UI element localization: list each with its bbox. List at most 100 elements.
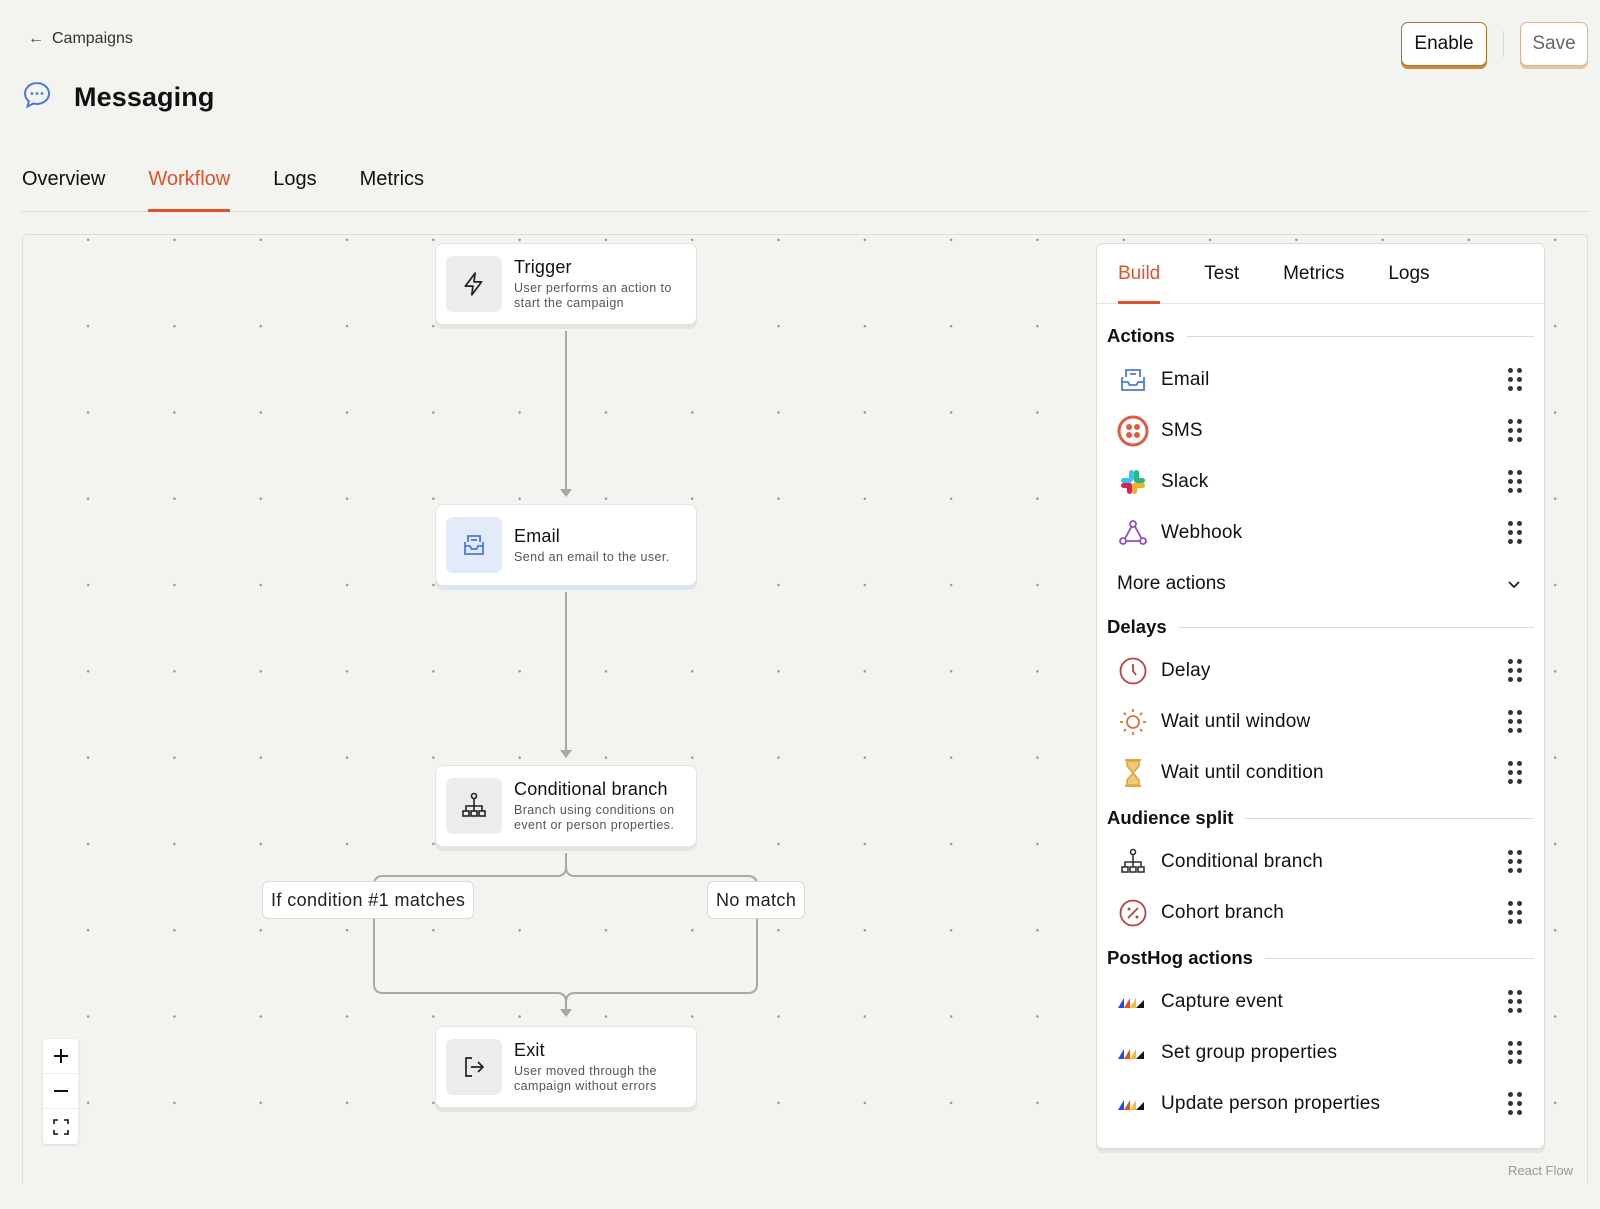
delay-wait-until-condition[interactable]: Wait until condition (1107, 747, 1534, 798)
actions-section: Actions Email SMS Slack Webhook More act… (1097, 318, 1544, 609)
clock-icon (1117, 655, 1149, 687)
back-label: Campaigns (52, 30, 133, 47)
drag-handle-icon[interactable] (1508, 990, 1522, 1014)
action-sms[interactable]: SMS (1107, 405, 1534, 456)
panel-tab-logs[interactable]: Logs (1388, 244, 1429, 303)
more-actions-toggle[interactable]: More actions (1107, 558, 1534, 609)
item-label: Email (1161, 368, 1210, 390)
edge-nomatch-exit (565, 917, 758, 1013)
page-title: Messaging (74, 82, 215, 112)
zoom-out-button[interactable] (43, 1074, 78, 1109)
item-label: Cohort branch (1161, 901, 1285, 923)
drag-handle-icon[interactable] (1508, 1041, 1522, 1065)
header-actions: Enable Save (1401, 22, 1588, 66)
node-description: User moved through the campaign without … (514, 1064, 657, 1093)
section-title: PostHog actions (1107, 947, 1253, 968)
bolt-icon (446, 256, 502, 312)
audience-cohort-branch[interactable]: Cohort branch (1107, 887, 1534, 938)
section-header: Delays (1107, 609, 1534, 645)
edge-label-condition-match[interactable]: If condition #1 matches (262, 881, 475, 919)
drag-handle-icon[interactable] (1508, 1092, 1522, 1116)
posthog-capture-event[interactable]: Capture event (1107, 976, 1534, 1027)
drag-handle-icon[interactable] (1508, 521, 1522, 545)
fit-view-icon (52, 1118, 69, 1135)
campaign-tabs: Overview Workflow Logs Metrics (22, 160, 1588, 212)
exit-node[interactable]: Exit User moved through the campaign wit… (435, 1026, 697, 1108)
drag-handle-icon[interactable] (1508, 368, 1522, 392)
more-actions-label: More actions (1117, 572, 1226, 594)
arrow-left-icon: ← (28, 30, 44, 47)
zoom-controls (43, 1039, 78, 1144)
webhook-icon (1117, 517, 1149, 549)
drag-handle-icon[interactable] (1508, 761, 1522, 785)
zoom-in-button[interactable] (43, 1039, 78, 1074)
divider (1503, 31, 1504, 57)
drag-handle-icon[interactable] (1508, 659, 1522, 683)
enable-button[interactable]: Enable (1401, 22, 1487, 66)
trigger-node[interactable]: Trigger User performs an action to start… (435, 243, 697, 325)
tab-workflow[interactable]: Workflow (148, 160, 230, 212)
save-button[interactable]: Save (1520, 22, 1588, 66)
drag-handle-icon[interactable] (1508, 850, 1522, 874)
panel-tab-test[interactable]: Test (1204, 244, 1239, 303)
tab-logs[interactable]: Logs (273, 160, 316, 211)
panel-tab-metrics[interactable]: Metrics (1283, 244, 1344, 303)
node-title: Email (514, 525, 561, 546)
plus-icon (53, 1049, 68, 1063)
audience-conditional-branch[interactable]: Conditional branch (1107, 836, 1534, 887)
page-header: Messaging (22, 80, 214, 115)
posthog-update-person-properties[interactable]: Update person properties (1107, 1078, 1534, 1129)
node-title: Trigger (514, 257, 572, 277)
back-to-campaigns-link[interactable]: ← Campaigns (28, 30, 133, 48)
posthog-logo-icon (1117, 1088, 1149, 1120)
panel-tabs: Build Test Metrics Logs (1097, 244, 1544, 304)
item-label: Set group properties (1161, 1041, 1338, 1063)
arrowhead (560, 489, 572, 497)
node-title: Conditional branch (514, 779, 668, 799)
email-icon (1117, 364, 1149, 396)
chat-bubble-icon (22, 80, 52, 115)
branch-icon (1117, 846, 1149, 878)
item-label: Webhook (1161, 521, 1243, 543)
react-flow-attribution[interactable]: React Flow (1508, 1163, 1573, 1178)
build-panel: Build Test Metrics Logs Actions Email SM… (1096, 243, 1545, 1149)
sms-icon (1117, 415, 1149, 447)
hourglass-icon (1117, 757, 1149, 789)
section-header: Actions (1107, 318, 1534, 354)
slack-icon (1117, 466, 1149, 498)
minus-icon (53, 1090, 68, 1092)
section-title: Audience split (1107, 807, 1234, 828)
drag-handle-icon[interactable] (1508, 419, 1522, 443)
node-description: User performs an action to start the cam… (514, 281, 672, 310)
action-email[interactable]: Email (1107, 354, 1534, 405)
node-description: Branch using conditions on event or pers… (514, 803, 675, 832)
chevron-down-icon (1508, 580, 1520, 588)
tab-overview[interactable]: Overview (22, 160, 105, 211)
action-webhook[interactable]: Webhook (1107, 507, 1534, 558)
node-description: Send an email to the user. (514, 549, 670, 564)
section-header: PostHog actions (1107, 940, 1534, 976)
edge-label-no-match[interactable]: No match (707, 881, 806, 919)
delay-delay[interactable]: Delay (1107, 645, 1534, 696)
item-label: Conditional branch (1161, 850, 1324, 872)
delay-wait-until-window[interactable]: Wait until window (1107, 696, 1534, 747)
drag-handle-icon[interactable] (1508, 901, 1522, 925)
exit-icon (446, 1039, 502, 1095)
posthog-set-group-properties[interactable]: Set group properties (1107, 1027, 1534, 1078)
arrowhead (560, 1009, 572, 1017)
action-slack[interactable]: Slack (1107, 456, 1534, 507)
item-label: Wait until window (1161, 710, 1311, 732)
section-header: Audience split (1107, 800, 1534, 836)
sun-icon (1117, 706, 1149, 738)
drag-handle-icon[interactable] (1508, 470, 1522, 494)
drag-handle-icon[interactable] (1508, 710, 1522, 734)
node-title: Exit (514, 1040, 545, 1060)
email-node[interactable]: Email Send an email to the user. (435, 504, 697, 586)
tab-metrics[interactable]: Metrics (360, 160, 424, 211)
section-title: Delays (1107, 616, 1167, 637)
fit-view-button[interactable] (43, 1109, 78, 1144)
conditional-branch-node[interactable]: Conditional branch Branch using conditio… (435, 765, 697, 847)
panel-tab-build[interactable]: Build (1118, 244, 1161, 304)
posthog-actions-section: PostHog actions Capture event Set group … (1097, 940, 1544, 1129)
item-label: Wait until condition (1161, 761, 1324, 783)
